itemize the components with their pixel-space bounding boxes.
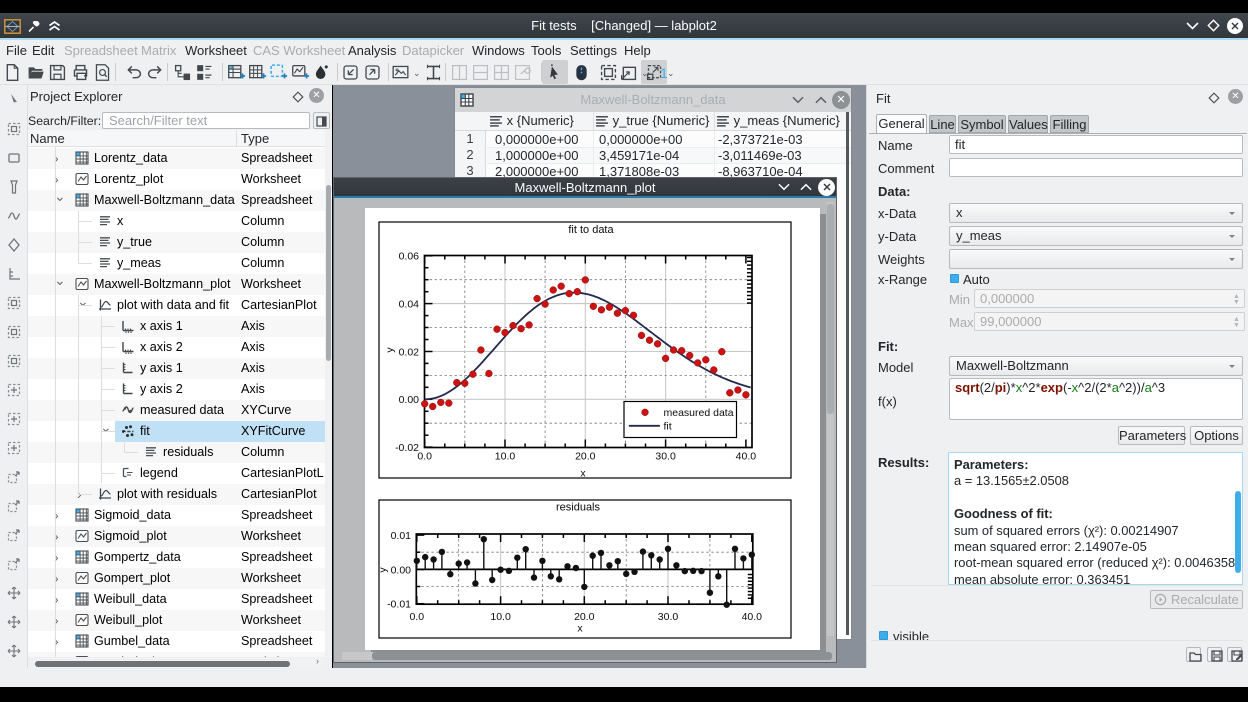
svg-text:10.0: 10.0 xyxy=(490,611,511,623)
svg-text:0.04: 0.04 xyxy=(399,299,420,311)
svg-text:30.0: 30.0 xyxy=(655,451,676,463)
svg-text:40.0: 40.0 xyxy=(742,611,763,623)
svg-text:30.0: 30.0 xyxy=(658,611,679,623)
svg-text:20.0: 20.0 xyxy=(575,451,596,463)
svg-text:-0.02: -0.02 xyxy=(395,442,419,454)
svg-text:0.00: 0.00 xyxy=(391,564,412,576)
svg-text:fit to data: fit to data xyxy=(568,224,614,236)
svg-text:40.0: 40.0 xyxy=(736,451,757,463)
svg-text:20.0: 20.0 xyxy=(574,611,595,623)
svg-text:x: x xyxy=(580,468,586,480)
svg-text:0.02: 0.02 xyxy=(399,346,420,358)
svg-text:0.0: 0.0 xyxy=(417,451,432,463)
svg-text:x: x xyxy=(577,623,583,635)
svg-text:0.06: 0.06 xyxy=(399,251,420,263)
svg-text:0.00: 0.00 xyxy=(399,394,420,406)
svg-text:y: y xyxy=(384,347,396,353)
svg-text:-0.01: -0.01 xyxy=(387,599,411,611)
svg-text:measured data: measured data xyxy=(664,407,734,419)
svg-text:0.01: 0.01 xyxy=(391,530,412,542)
svg-text:y: y xyxy=(377,567,389,573)
svg-text:residuals: residuals xyxy=(556,502,601,514)
svg-text:0.0: 0.0 xyxy=(409,611,424,623)
svg-text:fit: fit xyxy=(664,421,672,433)
svg-text:10.0: 10.0 xyxy=(495,451,516,463)
